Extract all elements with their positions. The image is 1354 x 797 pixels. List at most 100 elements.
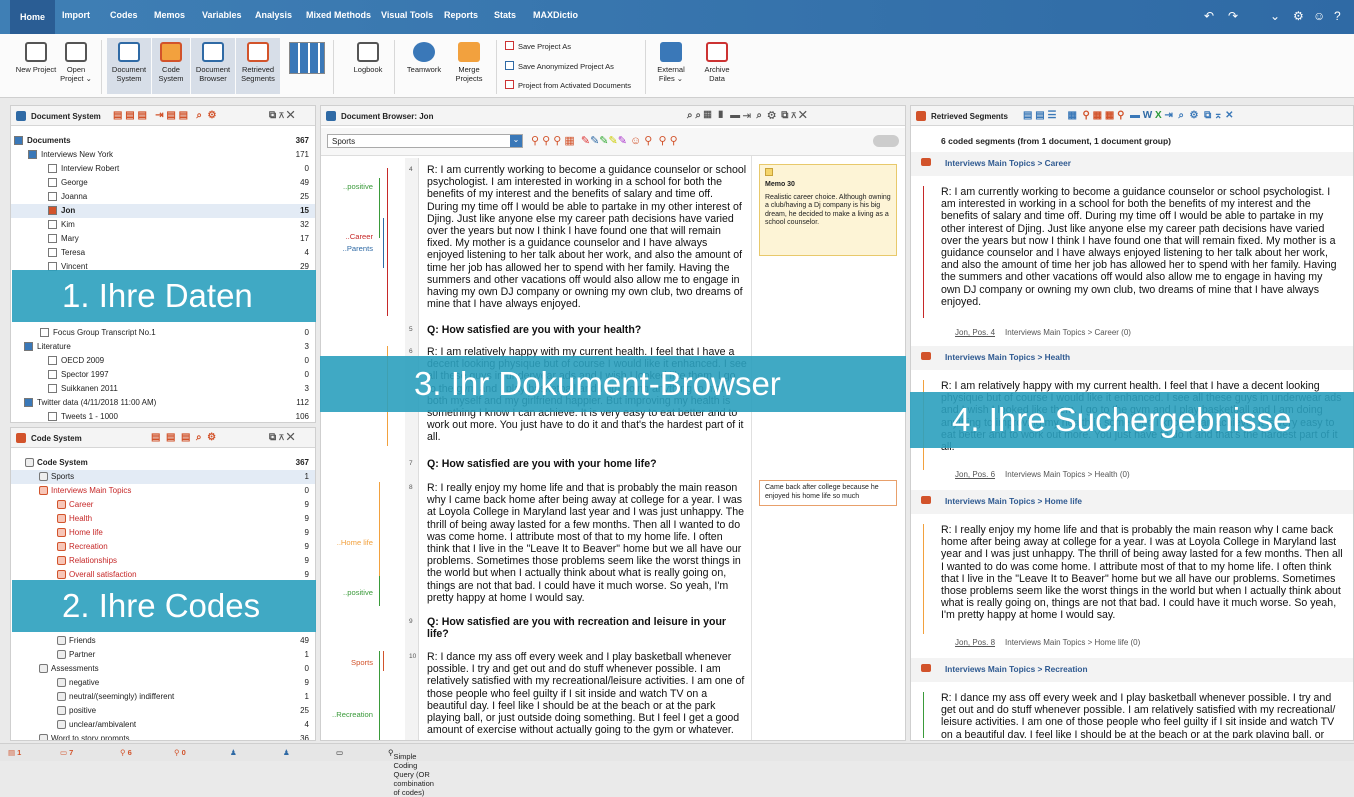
external-files-button[interactable]: External Files ⌄ xyxy=(652,40,690,83)
paragraph-text[interactable]: Q: How satisfied are you with recreation… xyxy=(427,616,747,644)
document-tree-row[interactable]: OECD 2009 0 xyxy=(11,354,315,368)
toggle-switch[interactable] xyxy=(873,135,899,147)
code-tree-row[interactable]: Sports 1 xyxy=(11,470,315,484)
segment-text[interactable]: R: I really enjoy my home life and that … xyxy=(941,524,1343,634)
memo-30[interactable]: Memo 30 Realistic career choice. Althoug… xyxy=(759,164,897,256)
layout-grid-icon[interactable] xyxy=(289,42,325,74)
archive-data-button[interactable]: Archive Data xyxy=(697,40,737,83)
code-tree-row[interactable]: Friends 49 xyxy=(11,634,315,648)
open-project-button[interactable]: Open Project ⌄ xyxy=(58,40,94,83)
code-tree-row[interactable]: unclear/ambivalent 4 xyxy=(11,718,315,732)
menu-visual-tools[interactable]: Visual Tools xyxy=(381,10,433,20)
document-browser-button[interactable]: Document Browser xyxy=(191,38,235,94)
paragraph-text[interactable]: Q: How satisfied are you with your healt… xyxy=(427,324,747,338)
retrieved-segments-button[interactable]: Retrieved Segments xyxy=(236,38,280,94)
paragraph-text[interactable]: R: I am currently working to become a gu… xyxy=(427,164,747,314)
coding-stripe[interactable] xyxy=(379,576,380,606)
code-select[interactable]: Sports ⌄ xyxy=(327,134,523,148)
document-tree-row[interactable]: Spector 1997 0 xyxy=(11,368,315,382)
document-tree-row[interactable]: Focus Group Transcript No.1 0 xyxy=(11,326,315,340)
redo-icon[interactable]: ↷ xyxy=(1228,9,1238,23)
coding-query-status[interactable]: ⚲ Simple Coding Query (OR combination of… xyxy=(388,748,434,797)
document-tree-row[interactable]: Tweets 1 - 1000 106 xyxy=(11,410,315,422)
code-stripe-label[interactable]: ..Career xyxy=(321,232,373,241)
coding-stripe[interactable] xyxy=(383,651,384,671)
coding-stripe[interactable] xyxy=(379,178,380,238)
document-tree-row[interactable]: Suikkanen 2011 3 xyxy=(11,382,315,396)
highlighter-icons[interactable]: ⚲ ⚲ ⚲ ▦ ✎✎✎✎✎ ☺ ⚲ ⚲ ⚲ xyxy=(531,134,678,147)
segment-text[interactable]: R: I am currently working to become a gu… xyxy=(941,186,1343,318)
window-controls-icon[interactable]: ⧉ ⌅ ✕ xyxy=(269,432,294,443)
document-tree-row[interactable]: George 49 xyxy=(11,176,315,190)
code-stripe-label[interactable]: ..Home life xyxy=(321,538,373,547)
segment-source-link[interactable]: Jon, Pos. 8 xyxy=(955,638,995,647)
coding-stripe[interactable] xyxy=(383,218,384,268)
menu-import[interactable]: Import xyxy=(62,10,90,20)
paragraph-text[interactable]: Q: How satisfied are you with your home … xyxy=(427,458,747,472)
smiley-icon[interactable]: ☺ xyxy=(1313,9,1325,23)
document-system-button[interactable]: Document System xyxy=(107,38,151,94)
code-tree-row[interactable]: neutral/(seemingly) indifferent 1 xyxy=(11,690,315,704)
segment-source-link[interactable]: Jon, Pos. 4 xyxy=(955,328,995,337)
code-stripe-label[interactable]: Sports xyxy=(321,658,373,667)
menu-memos[interactable]: Memos xyxy=(154,10,185,20)
toolbar-icons[interactable]: ▤ ▤ ▤ ⌕ ⚙ xyxy=(151,432,216,443)
segment-header[interactable]: Interviews Main Topics > Health xyxy=(921,352,1343,362)
segment-header[interactable]: Interviews Main Topics > Home life xyxy=(921,496,1343,506)
segment-header[interactable]: Interviews Main Topics > Recreation xyxy=(921,664,1343,674)
merge-projects-button[interactable]: Merge Projects xyxy=(449,40,489,83)
coding-stripe[interactable] xyxy=(379,651,380,740)
code-tree-row[interactable]: Code System 367 xyxy=(11,456,315,470)
logbook-button[interactable]: Logbook xyxy=(348,40,388,74)
code-tree-row[interactable]: Recreation 9 xyxy=(11,540,315,554)
undo-icon[interactable]: ↶ xyxy=(1204,9,1214,23)
gear-icon[interactable]: ⚙ xyxy=(1293,9,1304,23)
code-stripe-label[interactable]: ..Parents xyxy=(321,244,373,253)
document-tree-row[interactable]: Twitter data (4/11/2018 11:00 AM) 112 xyxy=(11,396,315,410)
code-tree-row[interactable]: Interviews Main Topics 0 xyxy=(11,484,315,498)
teamwork-button[interactable]: Teamwork xyxy=(404,40,444,74)
code-tree-row[interactable]: Home life 9 xyxy=(11,526,315,540)
help-icon[interactable]: ? xyxy=(1334,9,1341,23)
menu-reports[interactable]: Reports xyxy=(444,10,478,20)
document-tree-row[interactable]: Interviews New York 171 xyxy=(11,148,315,162)
project-from-activated-button[interactable]: Project from Activated Documents xyxy=(505,80,631,90)
segment-source-link[interactable]: Jon, Pos. 6 xyxy=(955,470,995,479)
toolbar-icons[interactable]: ▤ ▤ ▤ ⇥ ▤ ▤ ⌕ ⚙ xyxy=(113,110,217,121)
menu-variables[interactable]: Variables xyxy=(202,10,242,20)
code-system-button[interactable]: Code System xyxy=(152,38,190,94)
save-project-as-button[interactable]: Save Project As xyxy=(505,41,571,51)
memo-homelife[interactable]: Came back after college because he enjoy… xyxy=(759,480,897,506)
code-tree-row[interactable]: Assessments 0 xyxy=(11,662,315,676)
code-stripe-label[interactable]: ..positive xyxy=(321,182,373,191)
document-tree-row[interactable]: Teresa 4 xyxy=(11,246,315,260)
save-anonymized-button[interactable]: Save Anonymized Project As xyxy=(505,61,614,71)
document-tree-row[interactable]: Kim 32 xyxy=(11,218,315,232)
code-tree-row[interactable]: Partner 1 xyxy=(11,648,315,662)
code-tree-row[interactable]: Word to story prompts 36 xyxy=(11,732,315,740)
code-tree-row[interactable]: negative 9 xyxy=(11,676,315,690)
chevron-down-icon[interactable]: ⌄ xyxy=(1270,9,1280,23)
menu-home[interactable]: Home xyxy=(10,0,56,34)
menu-codes[interactable]: Codes xyxy=(110,10,138,20)
menu-stats[interactable]: Stats xyxy=(494,10,516,20)
menu-analysis[interactable]: Analysis xyxy=(255,10,292,20)
code-tree-row[interactable]: Career 9 xyxy=(11,498,315,512)
document-tree-row[interactable]: Interview Robert 0 xyxy=(11,162,315,176)
document-tree-row[interactable]: Jon 15 xyxy=(11,204,315,218)
code-tree-row[interactable]: positive 25 xyxy=(11,704,315,718)
document-tree-row[interactable]: Mary 17 xyxy=(11,232,315,246)
code-tree-row[interactable]: Health 9 xyxy=(11,512,315,526)
code-stripe-label[interactable]: ..positive xyxy=(321,588,373,597)
document-tree-row[interactable]: Joanna 25 xyxy=(11,190,315,204)
menu-maxdictio[interactable]: MAXDictio xyxy=(533,10,578,20)
segment-header[interactable]: Interviews Main Topics > Career xyxy=(921,158,1343,168)
window-controls-icon[interactable]: ⧉ ⌅ ✕ xyxy=(269,110,294,121)
paragraph-text[interactable]: R: I really enjoy my home life and that … xyxy=(427,482,747,608)
new-project-button[interactable]: New Project xyxy=(14,40,58,74)
code-tree-row[interactable]: Relationships 9 xyxy=(11,554,315,568)
document-tree-row[interactable]: Documents 367 xyxy=(11,134,315,148)
menu-mixed-methods[interactable]: Mixed Methods xyxy=(306,10,371,20)
paragraph-text[interactable]: R: I dance my ass off every week and I p… xyxy=(427,651,747,740)
coding-stripe[interactable] xyxy=(379,482,380,582)
